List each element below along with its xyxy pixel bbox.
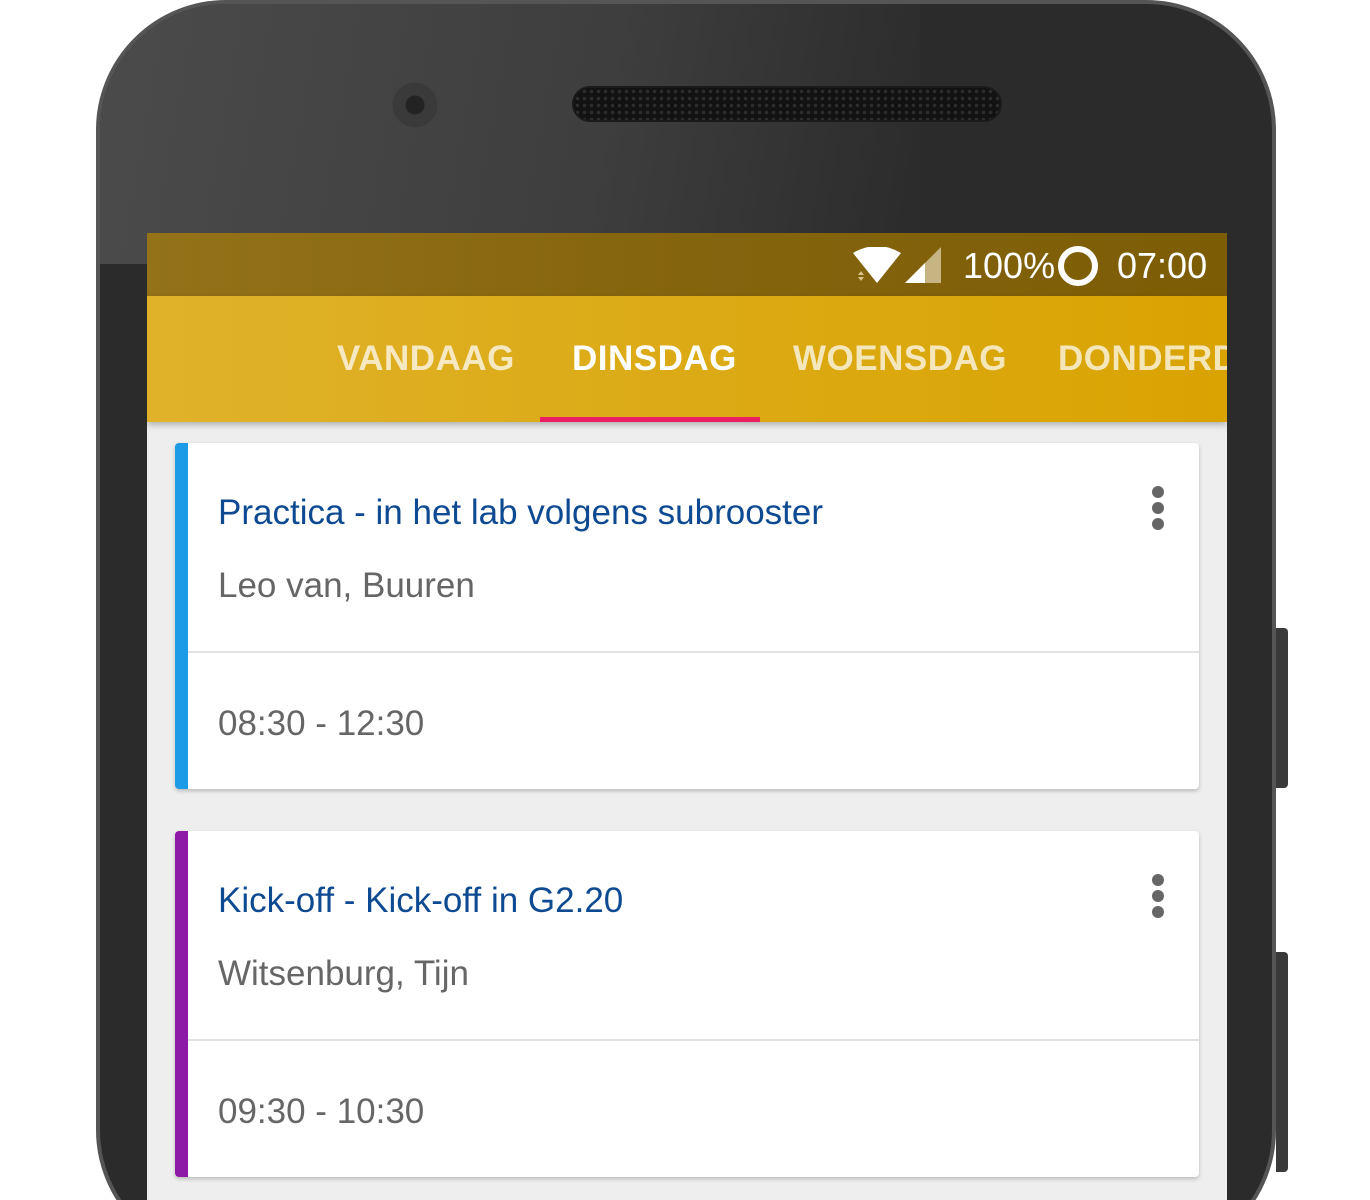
status-bar: 100% 07:00 <box>147 233 1227 296</box>
more-vert-icon[interactable] <box>1143 483 1173 533</box>
event-teacher: Leo van, Buuren <box>218 566 475 605</box>
tab-woensdag[interactable]: WOENSDAG <box>793 339 1007 379</box>
active-tab-indicator <box>540 417 760 422</box>
event-color-stripe <box>175 443 188 789</box>
battery-ring-icon <box>1058 246 1098 286</box>
card-divider <box>188 651 1199 653</box>
app-screen: 100% 07:00 VANDAAG DINSDAG WOENSDAG DOND… <box>147 233 1227 1200</box>
power-button <box>1276 952 1288 1172</box>
event-title: Practica - in het lab volgens subrooster <box>218 493 824 532</box>
status-time: 07:00 <box>1117 245 1208 286</box>
tab-vandaag[interactable]: VANDAAG <box>337 339 515 379</box>
event-time: 08:30 - 12:30 <box>218 704 425 743</box>
more-vert-icon[interactable] <box>1143 871 1173 921</box>
day-tab-bar: VANDAAG DINSDAG WOENSDAG DONDERD <box>147 296 1227 422</box>
wifi-icon <box>853 247 901 283</box>
event-card[interactable]: Practica - in het lab volgens subrooster… <box>175 443 1199 789</box>
event-teacher: Witsenburg, Tijn <box>218 954 469 993</box>
card-divider <box>188 1039 1199 1041</box>
front-camera <box>392 82 438 128</box>
event-time: 09:30 - 10:30 <box>218 1092 425 1131</box>
event-title: Kick-off - Kick-off in G2.20 <box>218 881 624 920</box>
volume-button <box>1276 628 1288 788</box>
cell-signal-icon <box>905 247 941 283</box>
event-color-stripe <box>175 831 188 1177</box>
tab-donderdag[interactable]: DONDERD <box>1058 339 1227 379</box>
phone-glare <box>100 4 920 264</box>
tab-dinsdag[interactable]: DINSDAG <box>572 339 737 379</box>
battery-percent: 100% <box>963 245 1056 286</box>
speaker-grille <box>572 86 1002 122</box>
event-card[interactable]: Kick-off - Kick-off in G2.20 Witsenburg,… <box>175 831 1199 1177</box>
